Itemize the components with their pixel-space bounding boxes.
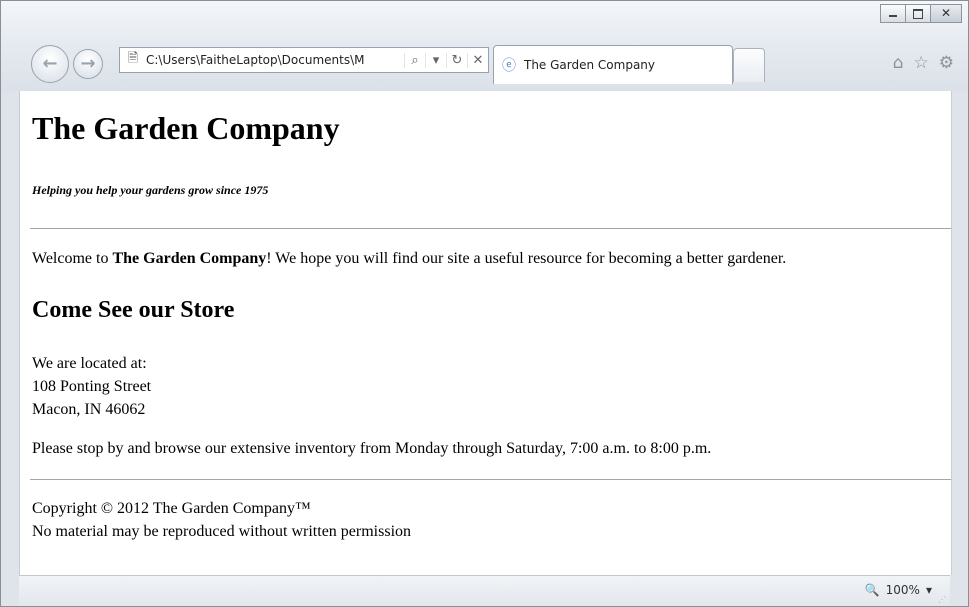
zoom-icon: 🔍 — [864, 583, 880, 597]
close-button[interactable]: ✕ — [930, 4, 962, 23]
toolbar-icons: ⌂ ☆ ⚙ — [893, 53, 954, 73]
status-bar: 🔍 100% ▾ ⋰ — [19, 575, 950, 606]
home-icon[interactable]: ⌂ — [893, 53, 904, 73]
welcome-text: Welcome to The Garden Company! We hope y… — [32, 250, 786, 268]
gear-icon[interactable]: ⚙ — [939, 53, 954, 73]
address-block: We are located at: 108 Ponting Street Ma… — [32, 352, 151, 421]
star-icon[interactable]: ☆ — [914, 53, 929, 73]
minimize-button[interactable] — [880, 4, 906, 23]
zoom-dropdown-icon[interactable]: ▾ — [926, 583, 932, 597]
close-icon: ✕ — [940, 6, 952, 20]
forward-button[interactable]: → — [73, 49, 103, 79]
copyright-line: Copyright © 2012 The Garden Company™ — [32, 500, 311, 517]
maximize-button[interactable] — [905, 4, 931, 23]
permission-line: No material may be reproduced without wr… — [32, 523, 412, 540]
city-line: Macon, IN 46062 — [32, 401, 146, 418]
forward-arrow-icon: → — [80, 53, 96, 74]
zoom-control[interactable]: 🔍 100% ▾ — [865, 583, 932, 597]
page-icon: 🗎 — [127, 51, 139, 66]
address-text[interactable]: C:\Users\FaitheLaptop\Documents\M — [143, 53, 404, 67]
street-line: 108 Ponting Street — [32, 378, 152, 395]
browser-tab[interactable]: ⓔ The Garden Company — [493, 45, 733, 84]
browser-window: ✕ ← → 🗎 C:\Users\FaitheLaptop\Documents\… — [0, 0, 969, 607]
welcome-suffix: ! We hope you will find our site a usefu… — [266, 250, 787, 267]
page-title: The Garden Company — [32, 110, 340, 146]
back-button[interactable]: ← — [31, 45, 69, 83]
back-arrow-icon: ← — [42, 53, 58, 74]
ie-logo-icon: ⓔ — [502, 58, 516, 74]
tagline: Helping you help your gardens grow since… — [32, 183, 269, 197]
tab-title: The Garden Company — [524, 58, 656, 72]
address-bar[interactable]: 🗎 C:\Users\FaitheLaptop\Documents\M ⌕ ▾ … — [119, 47, 489, 73]
store-heading: Come See our Store — [32, 297, 235, 323]
new-tab-button[interactable] — [733, 48, 765, 82]
zoom-level: 100% — [885, 583, 920, 597]
divider-bottom — [30, 479, 951, 480]
dropdown-icon[interactable]: ▾ — [425, 52, 446, 68]
refresh-icon[interactable]: ↻ — [446, 52, 467, 68]
footer: Copyright © 2012 The Garden Company™ No … — [32, 497, 411, 543]
stop-icon[interactable]: ✕ — [467, 52, 488, 68]
browser-chrome: ✕ ← → 🗎 C:\Users\FaitheLaptop\Documents\… — [1, 1, 968, 91]
welcome-prefix: Welcome to — [32, 250, 113, 267]
hours-text: Please stop by and browse our extensive … — [32, 440, 712, 457]
located-label: We are located at: — [32, 355, 147, 372]
divider-top — [30, 228, 951, 229]
search-icon[interactable]: ⌕ — [404, 52, 425, 68]
page-content: The Garden Company Helping you help your… — [19, 91, 952, 575]
window-controls: ✕ — [880, 4, 962, 23]
resize-grip-icon[interactable]: ⋰ — [938, 595, 948, 605]
welcome-company-name: The Garden Company — [112, 250, 267, 267]
